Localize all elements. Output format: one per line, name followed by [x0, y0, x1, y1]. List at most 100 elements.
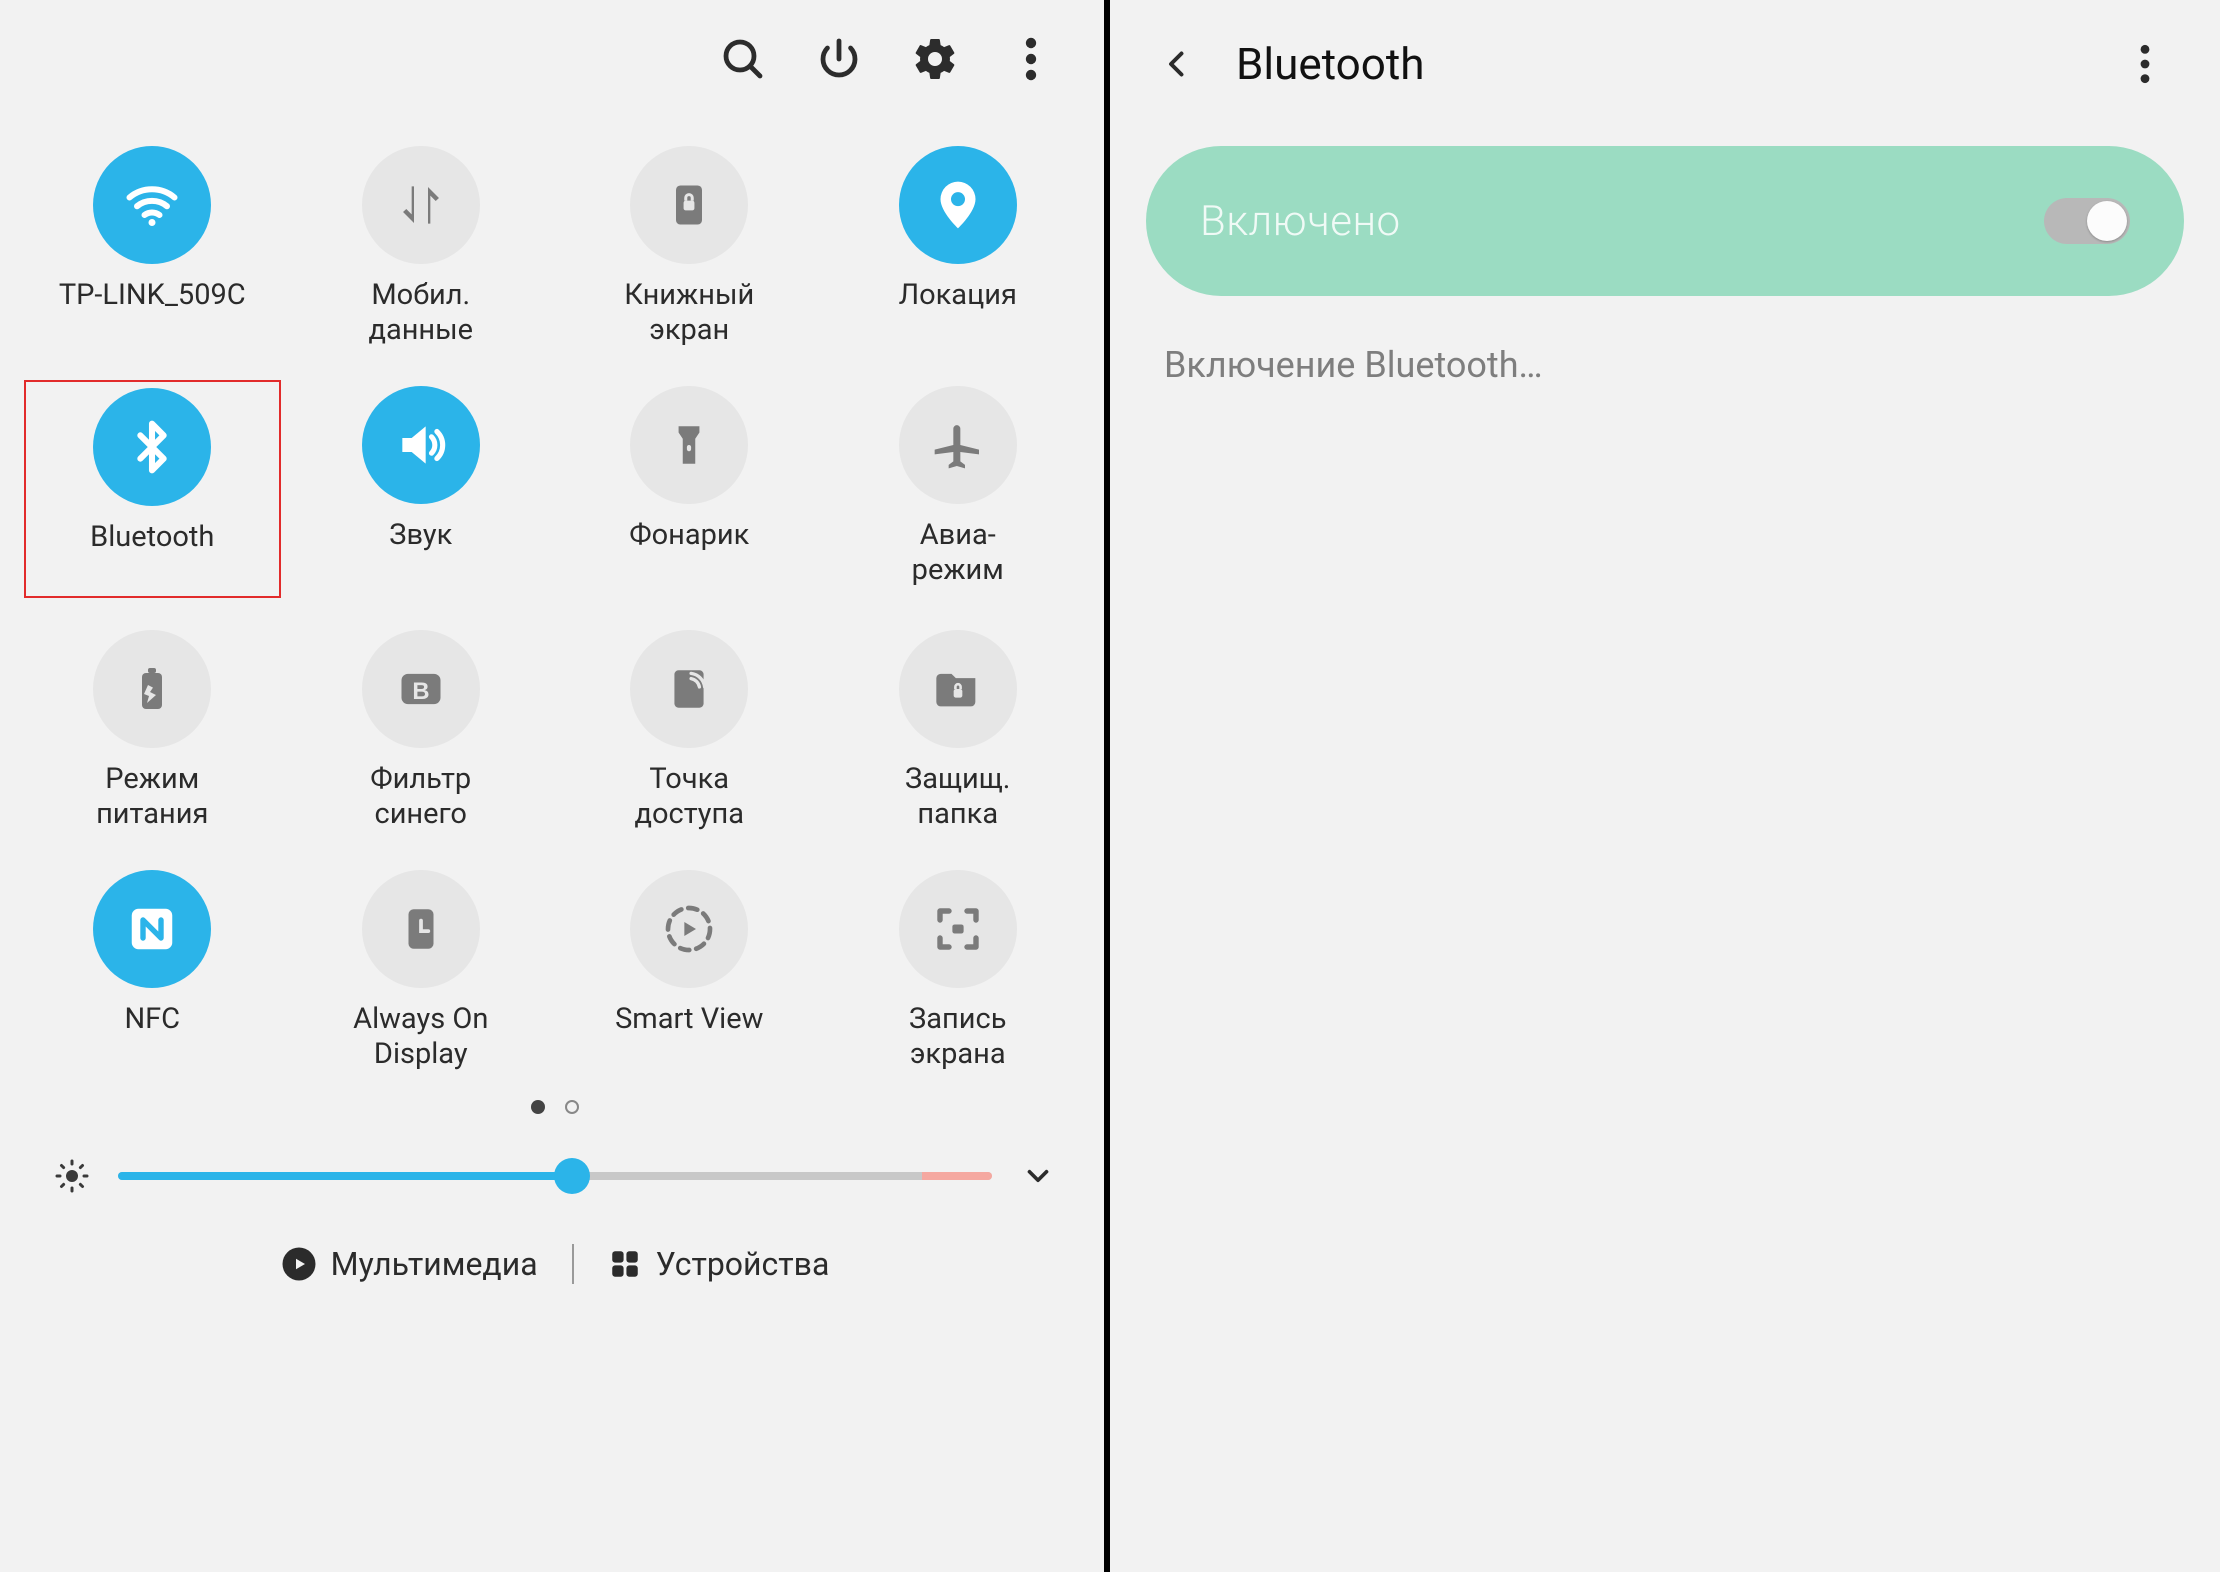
brightness-row: [0, 1114, 1110, 1198]
media-label: Мультимедиа: [331, 1245, 538, 1283]
secfolder-icon: [932, 663, 984, 715]
location-toggle[interactable]: [899, 146, 1017, 264]
back-icon[interactable]: [1152, 39, 1202, 89]
secfolder-toggle[interactable]: [899, 630, 1017, 748]
smartview-toggle[interactable]: [630, 870, 748, 988]
gear-icon[interactable]: [904, 28, 966, 90]
tile-screenrec: Запись экрана: [830, 864, 1087, 1078]
sound-icon: [393, 417, 449, 473]
search-icon[interactable]: [712, 28, 774, 90]
booklock-icon: [663, 179, 715, 231]
screenrec-label: Запись экрана: [909, 1002, 1006, 1072]
booklock-toggle[interactable]: [630, 146, 748, 264]
slider-warm-zone: [922, 1172, 992, 1180]
bluetooth-icon: [124, 419, 180, 475]
page-dot-active: [531, 1100, 545, 1114]
tile-bluefilter: B Фильтр синего: [293, 624, 550, 838]
battery-toggle[interactable]: [93, 630, 211, 748]
quick-settings-grid: TP-LINK_509C Мобил. данные Книжный экран Ло…: [0, 100, 1110, 1078]
devices-label: Устройства: [656, 1245, 830, 1283]
tile-mobiledata: Мобил. данные: [293, 140, 550, 354]
brightness-slider[interactable]: [118, 1156, 992, 1196]
tile-bluetooth: Bluetooth: [24, 380, 281, 598]
wifi-toggle[interactable]: [93, 146, 211, 264]
hotspot-toggle[interactable]: [630, 630, 748, 748]
slider-thumb[interactable]: [554, 1158, 590, 1194]
nfc-toggle[interactable]: [93, 870, 211, 988]
play-circle-icon: [281, 1246, 317, 1282]
tile-flashlight: Фонарик: [561, 380, 818, 598]
wifi-icon: [122, 175, 182, 235]
nfc-label: NFC: [124, 1002, 180, 1072]
wifi-label: TP-LINK_509C: [59, 278, 246, 348]
location-label: Локация: [899, 278, 1017, 348]
devices-button[interactable]: Устройства: [608, 1245, 830, 1283]
tile-battery: Режим питания: [24, 624, 281, 838]
power-icon[interactable]: [808, 28, 870, 90]
svg-text:B: B: [412, 678, 429, 705]
location-icon: [930, 177, 986, 233]
mobiledata-icon: [393, 177, 449, 233]
grid-icon: [608, 1247, 642, 1281]
nfc-icon: [125, 902, 179, 956]
bluetooth-switch[interactable]: [2044, 198, 2130, 244]
mobiledata-toggle[interactable]: [362, 146, 480, 264]
tile-aod: Always On Display: [293, 864, 550, 1078]
bluefilter-icon: B: [395, 663, 447, 715]
brightness-icon: [50, 1154, 94, 1198]
airplane-icon: [930, 417, 986, 473]
tile-sound: Звук: [293, 380, 550, 598]
airplane-toggle[interactable]: [899, 386, 1017, 504]
aod-toggle[interactable]: [362, 870, 480, 988]
toggle-label: Включено: [1200, 197, 1401, 246]
more-icon[interactable]: [1000, 28, 1062, 90]
screenrec-toggle[interactable]: [899, 870, 1017, 988]
bluetooth-header: Bluetooth: [1110, 0, 2220, 126]
tile-nfc: NFC: [24, 864, 281, 1078]
aod-icon: [396, 904, 446, 954]
sound-toggle[interactable]: [362, 386, 480, 504]
header-left: Bluetooth: [1152, 38, 1424, 90]
bluetooth-label: Bluetooth: [90, 520, 214, 590]
bluetooth-settings-panel: Bluetooth Включено Включение Bluetooth…: [1110, 0, 2220, 1572]
media-button[interactable]: Мультимедиа: [281, 1245, 538, 1283]
flashlight-label: Фонарик: [629, 518, 749, 588]
tile-smartview: Smart View: [561, 864, 818, 1078]
bottom-links: Мультимедиа Устройства: [0, 1244, 1110, 1284]
smartview-label: Smart View: [615, 1002, 763, 1072]
page-title: Bluetooth: [1236, 38, 1424, 90]
switch-knob: [2087, 201, 2127, 241]
page-indicator[interactable]: [0, 1100, 1110, 1114]
secfolder-label: Защищ. папка: [905, 762, 1010, 832]
sound-label: Звук: [389, 518, 452, 588]
bluefilter-toggle[interactable]: B: [362, 630, 480, 748]
tile-hotspot: Точка доступа: [561, 624, 818, 838]
bluetooth-toggle-pill[interactable]: Включено: [1146, 146, 2184, 296]
tile-secfolder: Защищ. папка: [830, 624, 1087, 838]
expand-brightness-icon[interactable]: [1016, 1154, 1060, 1198]
quick-settings-header: [0, 0, 1110, 100]
tile-airplane: Авиа- режим: [830, 380, 1087, 598]
flashlight-toggle[interactable]: [630, 386, 748, 504]
bluetooth-toggle[interactable]: [93, 388, 211, 506]
booklock-label: Книжный экран: [624, 278, 754, 348]
hotspot-label: Точка доступа: [634, 762, 744, 832]
bluetooth-status-text: Включение Bluetooth…: [1164, 344, 2166, 386]
screenrec-icon: [931, 902, 985, 956]
tile-location: Локация: [830, 140, 1087, 354]
page-dot-inactive: [565, 1100, 579, 1114]
mobiledata-label: Мобил. данные: [368, 278, 473, 348]
battery-label: Режим питания: [96, 762, 208, 832]
separator: [572, 1244, 574, 1284]
tile-wifi: TP-LINK_509C: [24, 140, 281, 354]
battery-icon: [128, 665, 176, 713]
hotspot-icon: [664, 664, 714, 714]
airplane-label: Авиа- режим: [912, 518, 1004, 588]
more-icon[interactable]: [2120, 39, 2170, 89]
bluefilter-label: Фильтр синего: [370, 762, 471, 832]
quick-settings-panel: TP-LINK_509C Мобил. данные Книжный экран Ло…: [0, 0, 1110, 1572]
aod-label: Always On Display: [353, 1002, 488, 1072]
tile-booklock: Книжный экран: [561, 140, 818, 354]
flashlight-icon: [664, 420, 714, 470]
slider-fill: [118, 1172, 572, 1180]
